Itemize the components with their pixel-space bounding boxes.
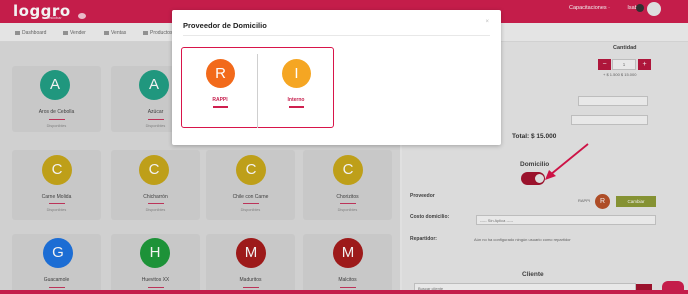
provider-avatar: I <box>282 59 311 88</box>
close-icon[interactable]: × <box>485 19 489 25</box>
provider-options: R RAPPI I Interno <box>181 47 334 128</box>
provider-modal: Proveedor de Domicilio × R RAPPI I Inter… <box>172 10 501 145</box>
provider-name: RAPPI <box>212 97 228 103</box>
modal-title: Proveedor de Domicilio <box>183 21 267 30</box>
divider <box>213 106 228 108</box>
divider <box>183 35 490 36</box>
provider-name: Interno <box>287 97 305 103</box>
provider-avatar: R <box>206 59 235 88</box>
provider-option-rappi[interactable]: R RAPPI <box>182 48 257 126</box>
provider-option-interno[interactable]: I Interno <box>258 48 333 126</box>
divider <box>289 106 304 108</box>
